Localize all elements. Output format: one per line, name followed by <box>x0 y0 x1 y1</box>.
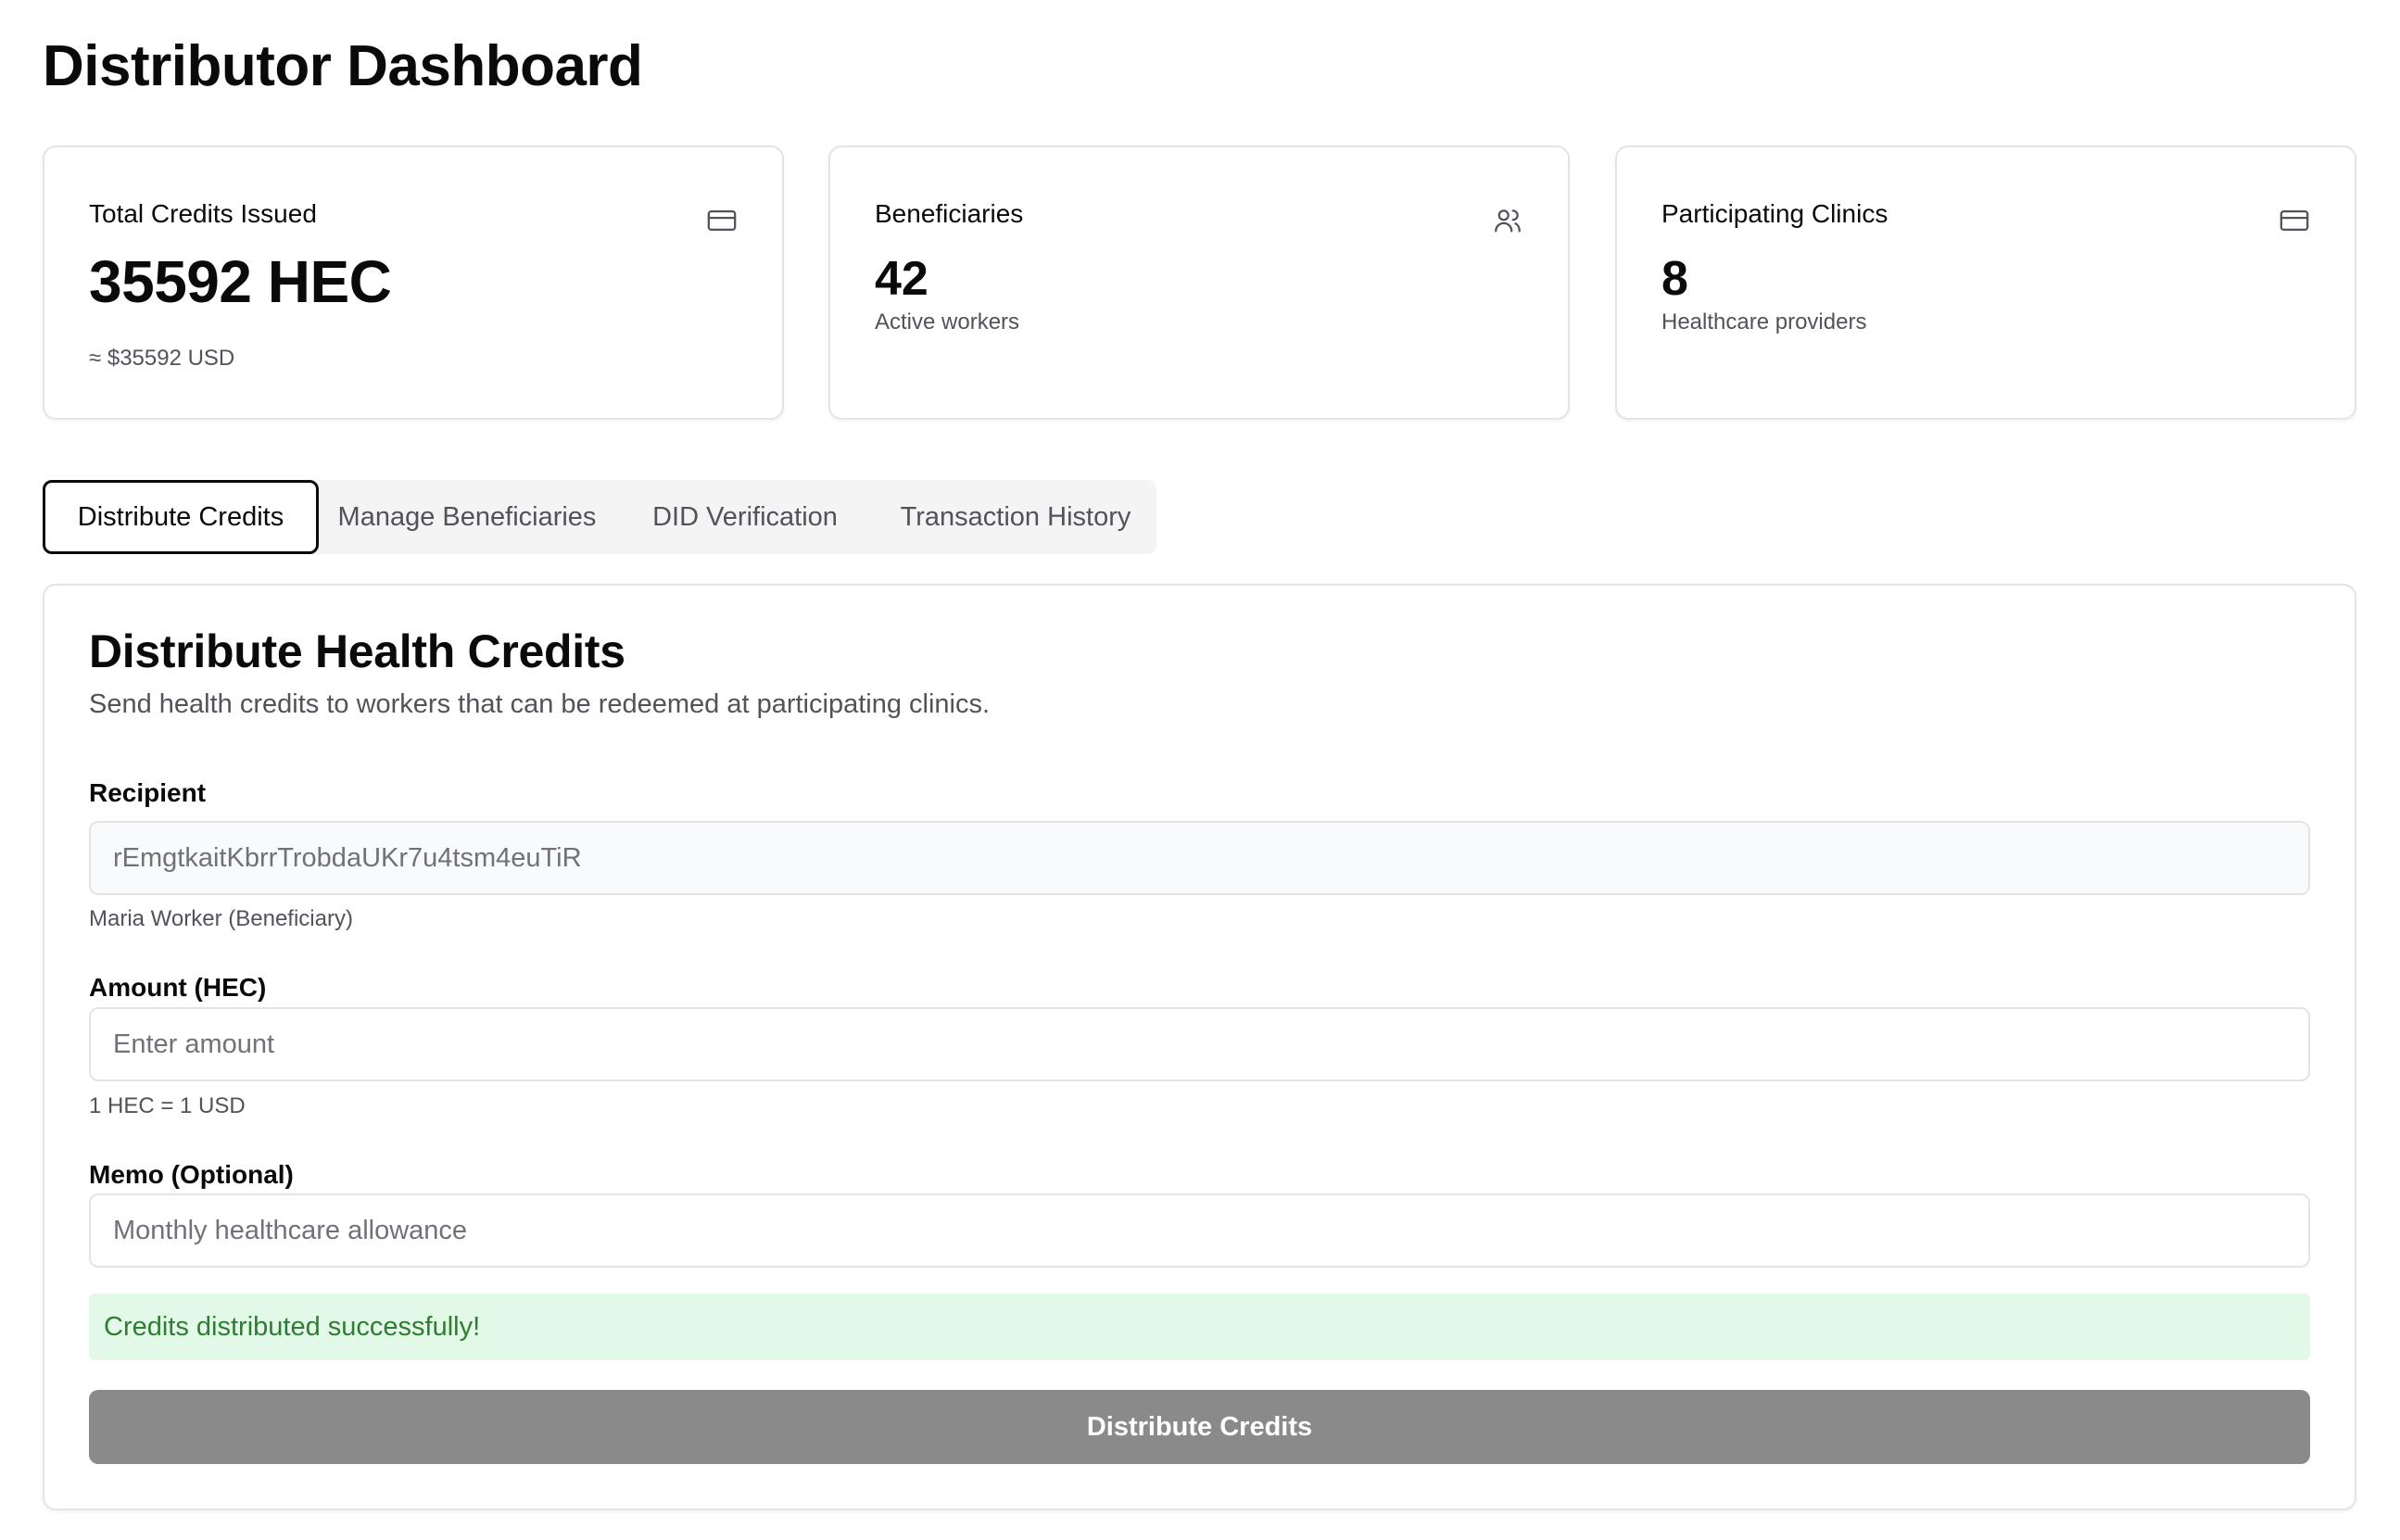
dashboard-page: Distributor Dashboard Total Credits Issu… <box>0 0 2400 1540</box>
clinics-card: Participating Clinics 8 Healthcare provi… <box>1615 145 2356 420</box>
recipient-label: Recipient <box>89 778 207 807</box>
form-description: Send health credits to workers that can … <box>89 689 991 719</box>
credit-card-icon <box>2280 209 2309 232</box>
card-label: Participating Clinics <box>1661 199 1888 228</box>
card-label: Beneficiaries <box>875 199 1024 228</box>
recipient-name-hint: Maria Worker (Beneficiary) <box>89 906 353 931</box>
memo-input[interactable] <box>89 1193 2310 1268</box>
users-icon <box>1495 209 1521 233</box>
amount-label: Amount (HEC) <box>89 973 267 1002</box>
clinics-count: 8 <box>1661 252 1688 306</box>
exchange-rate-hint: 1 HEC = 1 USD <box>89 1093 246 1118</box>
card-subtext: Healthcare providers <box>1661 309 1867 335</box>
amount-input[interactable] <box>89 1007 2310 1081</box>
card-label: Total Credits Issued <box>89 199 317 228</box>
credit-card-icon <box>707 209 737 232</box>
usd-equivalent: ≈ $35592 USD <box>89 346 235 371</box>
tab-distribute-credits[interactable]: Distribute Credits <box>43 480 319 554</box>
tab-manage-beneficiaries[interactable]: Manage Beneficiaries <box>319 480 615 554</box>
success-alert: Credits distributed successfully! <box>89 1294 2310 1360</box>
distribute-credits-button[interactable]: Distribute Credits <box>89 1390 2310 1464</box>
form-title: Distribute Health Credits <box>89 625 625 677</box>
tab-transaction-history[interactable]: Transaction History <box>875 480 1156 554</box>
beneficiaries-card: Beneficiaries 42 Active workers <box>828 145 1570 420</box>
stats-row: Total Credits Issued 35592 HEC ≈ $35592 … <box>43 145 2356 420</box>
card-subtext: Active workers <box>875 309 1020 335</box>
page-title: Distributor Dashboard <box>43 34 643 98</box>
recipient-input[interactable] <box>89 821 2310 895</box>
distribute-form-panel: Distribute Health Credits Send health cr… <box>43 584 2356 1510</box>
tab-list: Distribute Credits Manage Beneficiaries … <box>43 480 1156 554</box>
tab-did-verification[interactable]: DID Verification <box>615 480 875 554</box>
total-credits-value: 35592 HEC <box>89 248 392 315</box>
memo-label: Memo (Optional) <box>89 1160 294 1189</box>
beneficiaries-count: 42 <box>875 252 928 306</box>
total-credits-card: Total Credits Issued 35592 HEC ≈ $35592 … <box>43 145 784 420</box>
